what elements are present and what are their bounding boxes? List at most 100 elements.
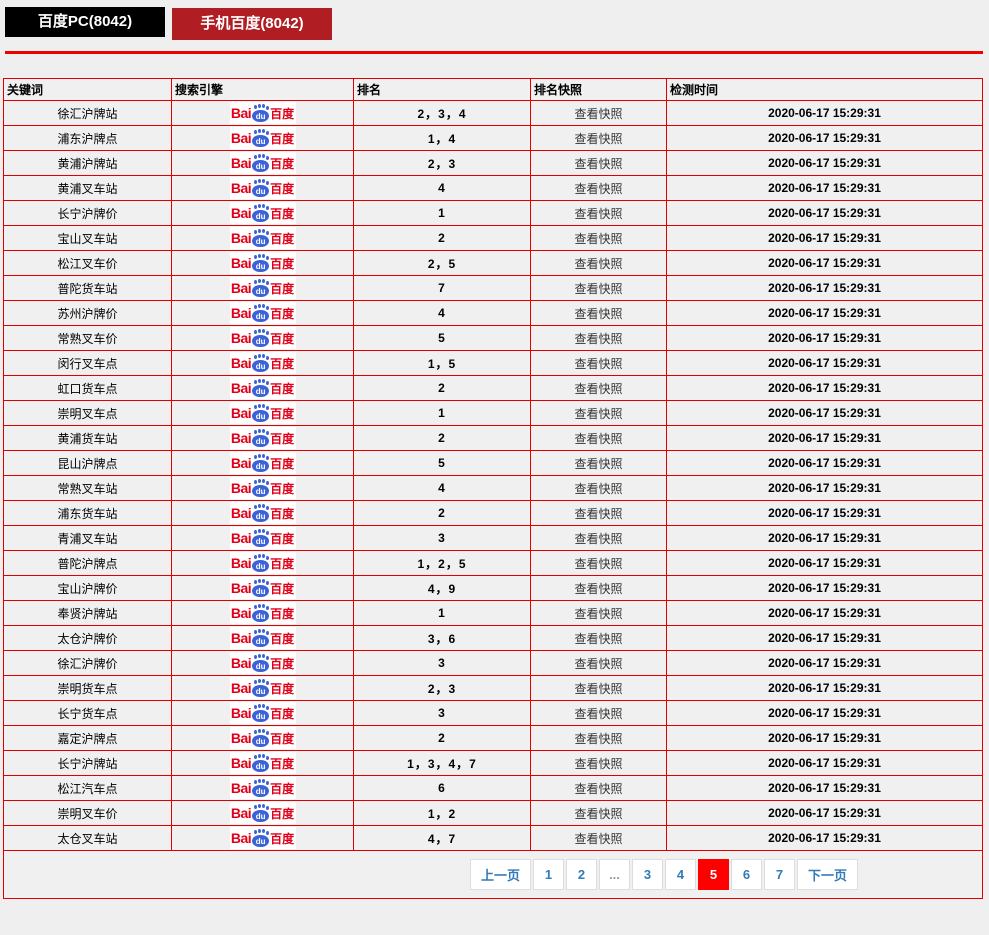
view-snapshot-link[interactable]: 查看快照 [574,532,622,546]
view-snapshot-link[interactable]: 查看快照 [574,807,622,821]
baidu-logo-cn-text: 百度 [270,530,294,547]
baidu-logo-bai-text: Bai [231,630,251,646]
view-snapshot-link[interactable]: 查看快照 [574,832,622,846]
view-snapshot-link[interactable]: 查看快照 [574,207,622,221]
check-time-cell: 2020-06-17 15:29:31 [667,326,983,351]
baidu-paw-icon: du [252,105,269,122]
keyword-cell: 虹口货车点 [4,376,172,401]
check-time-cell: 2020-06-17 15:29:31 [667,801,983,826]
view-snapshot-link[interactable]: 查看快照 [574,657,622,671]
view-snapshot-link[interactable]: 查看快照 [574,482,622,496]
view-snapshot-link[interactable]: 查看快照 [574,632,622,646]
snapshot-cell: 查看快照 [531,651,667,676]
table-row: 青浦叉车站 Bai du 百度 3 查看快照 2020-06-17 15:29:… [4,526,983,551]
view-snapshot-link[interactable]: 查看快照 [574,232,622,246]
baidu-logo: Bai du 百度 [230,777,296,799]
check-time-cell: 2020-06-17 15:29:31 [667,551,983,576]
baidu-paw-icon: du [252,330,269,347]
view-snapshot-link[interactable]: 查看快照 [574,257,622,271]
baidu-logo-du-text: du [252,736,269,747]
baidu-logo-bai-text: Bai [231,280,251,296]
view-snapshot-link[interactable]: 查看快照 [574,507,622,521]
view-snapshot-link[interactable]: 查看快照 [574,382,622,396]
check-time-cell: 2020-06-17 15:29:31 [667,101,983,126]
rank-cell: 4 [354,176,531,201]
view-snapshot-link[interactable]: 查看快照 [574,282,622,296]
tab-baidu-mobile[interactable]: 手机百度(8042) [172,8,332,40]
view-snapshot-link[interactable]: 查看快照 [574,557,622,571]
page-button-3[interactable]: 3 [632,859,663,890]
page-button-1[interactable]: 1 [533,859,564,890]
view-snapshot-link[interactable]: 查看快照 [574,107,622,121]
baidu-paw-icon: du [252,730,269,747]
keyword-cell: 奉贤沪牌站 [4,601,172,626]
prev-page-button[interactable]: 上一页 [470,859,531,890]
baidu-logo: Bai du 百度 [230,652,296,674]
view-snapshot-link[interactable]: 查看快照 [574,582,622,596]
baidu-paw-icon: du [252,830,269,847]
view-snapshot-link[interactable]: 查看快照 [574,782,622,796]
snapshot-cell: 查看快照 [531,676,667,701]
baidu-logo-cn-text: 百度 [270,780,294,797]
pagination-pages: 12...34567 [533,859,795,890]
view-snapshot-link[interactable]: 查看快照 [574,182,622,196]
page-button-4[interactable]: 4 [665,859,696,890]
view-snapshot-link[interactable]: 查看快照 [574,607,622,621]
table-row: 松江叉车价 Bai du 百度 2，5 查看快照 2020-06-17 15:2… [4,251,983,276]
search-engine-cell: Bai du 百度 [172,801,354,826]
table-row: 宝山叉车站 Bai du 百度 2 查看快照 2020-06-17 15:29:… [4,226,983,251]
view-snapshot-link[interactable]: 查看快照 [574,357,622,371]
table-row: 虹口货车点 Bai du 百度 2 查看快照 2020-06-17 15:29:… [4,376,983,401]
search-engine-cell: Bai du 百度 [172,401,354,426]
baidu-logo-cn-text: 百度 [270,380,294,397]
baidu-paw-icon: du [252,705,269,722]
baidu-logo-bai-text: Bai [231,730,251,746]
snapshot-cell: 查看快照 [531,151,667,176]
view-snapshot-link[interactable]: 查看快照 [574,732,622,746]
view-snapshot-link[interactable]: 查看快照 [574,682,622,696]
baidu-logo-cn-text: 百度 [270,755,294,772]
view-snapshot-link[interactable]: 查看快照 [574,707,622,721]
rank-cell: 2 [354,501,531,526]
tab-baidu-pc[interactable]: 百度PC(8042) [5,7,165,37]
baidu-logo-du-text: du [252,561,269,572]
search-engine-cell: Bai du 百度 [172,526,354,551]
search-engine-cell: Bai du 百度 [172,126,354,151]
baidu-paw-icon: du [252,780,269,797]
baidu-logo: Bai du 百度 [230,427,296,449]
snapshot-cell: 查看快照 [531,251,667,276]
baidu-logo-bai-text: Bai [231,355,251,371]
view-snapshot-link[interactable]: 查看快照 [574,307,622,321]
view-snapshot-link[interactable]: 查看快照 [574,432,622,446]
baidu-logo-cn-text: 百度 [270,330,294,347]
baidu-logo-cn-text: 百度 [270,655,294,672]
check-time-cell: 2020-06-17 15:29:31 [667,401,983,426]
snapshot-cell: 查看快照 [531,801,667,826]
baidu-logo-bai-text: Bai [231,230,251,246]
rank-cell: 5 [354,451,531,476]
view-snapshot-link[interactable]: 查看快照 [574,457,622,471]
snapshot-cell: 查看快照 [531,576,667,601]
page-button-7[interactable]: 7 [764,859,795,890]
page-button-2[interactable]: 2 [566,859,597,890]
view-snapshot-link[interactable]: 查看快照 [574,332,622,346]
next-page-button[interactable]: 下一页 [797,859,858,890]
check-time-cell: 2020-06-17 15:29:31 [667,226,983,251]
view-snapshot-link[interactable]: 查看快照 [574,407,622,421]
snapshot-cell: 查看快照 [531,551,667,576]
baidu-paw-icon: du [252,430,269,447]
rank-cell: 1，4 [354,126,531,151]
page-button-5[interactable]: 5 [698,859,729,890]
search-engine-cell: Bai du 百度 [172,301,354,326]
page-button-6[interactable]: 6 [731,859,762,890]
view-snapshot-link[interactable]: 查看快照 [574,132,622,146]
view-snapshot-link[interactable]: 查看快照 [574,157,622,171]
baidu-logo: Bai du 百度 [230,127,296,149]
baidu-logo-cn-text: 百度 [270,205,294,222]
view-snapshot-link[interactable]: 查看快照 [574,757,622,771]
keyword-cell: 太仓沪牌价 [4,626,172,651]
keyword-cell: 长宁货车点 [4,701,172,726]
baidu-paw-icon: du [252,180,269,197]
baidu-logo-du-text: du [252,286,269,297]
keyword-cell: 太仓叉车站 [4,826,172,851]
